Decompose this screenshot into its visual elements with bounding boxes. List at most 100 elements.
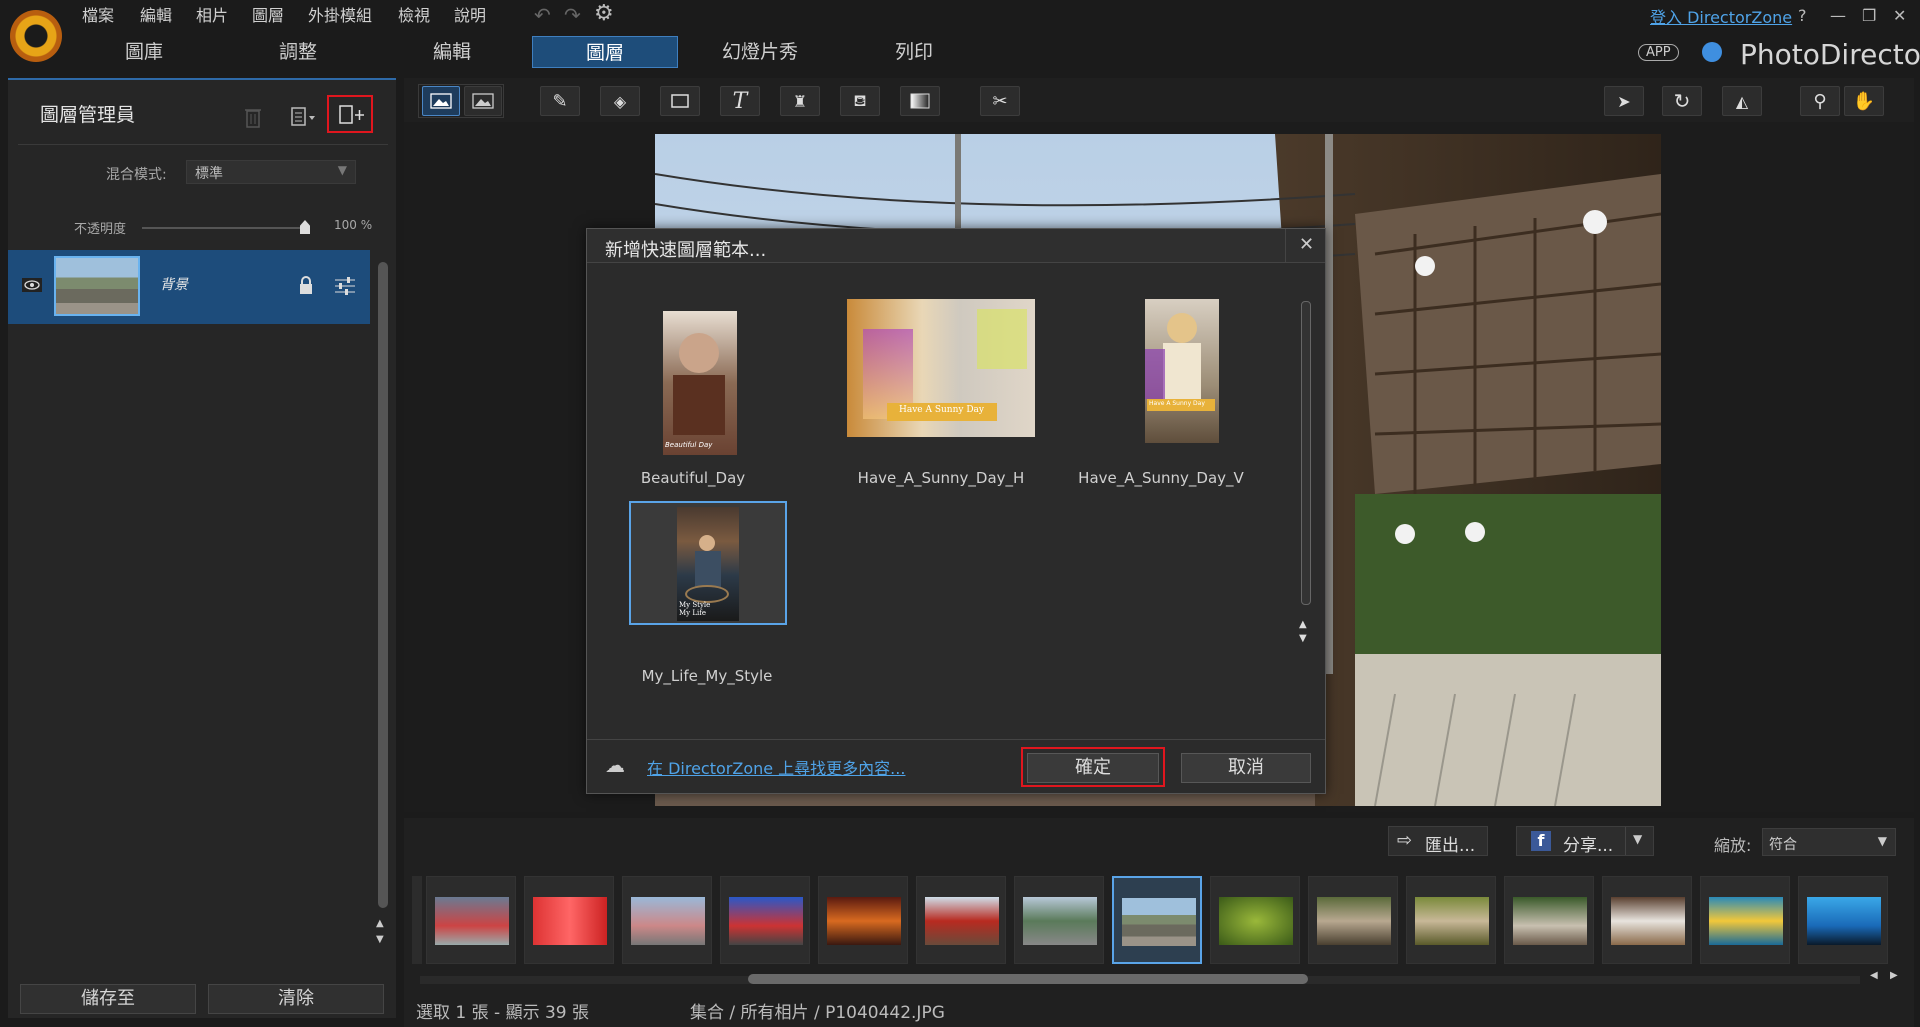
scroll-down-icon[interactable]: ▼ — [376, 934, 384, 945]
zoom-tool-button[interactable]: ⚲ — [1800, 86, 1840, 116]
scroll-up-icon[interactable]: ▲ — [1299, 619, 1307, 630]
menu-view[interactable]: 檢視 — [398, 2, 430, 26]
filmstrip-thumb[interactable] — [426, 876, 516, 964]
menu-layer[interactable]: 圖層 — [252, 2, 284, 26]
notification-bell-icon[interactable] — [1702, 42, 1722, 62]
text-tool-button[interactable]: T — [720, 86, 760, 116]
login-directorzone-link[interactable]: 登入 DirectorZone — [1650, 4, 1792, 28]
pan-tool-button[interactable]: ✋ — [1844, 86, 1884, 116]
filmstrip-thumb[interactable] — [1504, 876, 1594, 964]
filmstrip-thumb-selected[interactable] — [1112, 876, 1202, 964]
restore-icon[interactable]: ❐ — [1862, 6, 1876, 25]
eraser-tool-button[interactable]: ◈ — [600, 86, 640, 116]
filmstrip-scroll-thumb[interactable] — [748, 974, 1308, 984]
redo-icon[interactable]: ↷ — [564, 3, 581, 27]
template-card-beautiful-day[interactable]: Beautiful Day — [621, 299, 775, 455]
template-scrollbar[interactable] — [1301, 301, 1311, 605]
menu-edit[interactable]: 編輯 — [140, 2, 172, 26]
filmstrip-thumb[interactable] — [1700, 876, 1790, 964]
opacity-slider-handle[interactable] — [300, 220, 310, 234]
add-layer-icon — [339, 105, 364, 124]
menu-photo[interactable]: 相片 — [196, 2, 228, 26]
filmstrip-thumb[interactable] — [1014, 876, 1104, 964]
gradient-icon — [910, 93, 930, 109]
scroll-down-icon[interactable]: ▼ — [1299, 633, 1307, 644]
scroll-right-icon[interactable]: ▶ — [1890, 970, 1898, 981]
filmstrip-thumb[interactable] — [524, 876, 614, 964]
scroll-up-icon[interactable]: ▲ — [376, 918, 384, 929]
app-badge[interactable]: APP — [1638, 44, 1679, 61]
filmstrip-thumb[interactable] — [720, 876, 810, 964]
menu-plugins[interactable]: 外掛模組 — [308, 2, 372, 26]
divider — [1625, 827, 1626, 855]
zoom-select[interactable]: 符合 ▼ — [1762, 828, 1896, 856]
cancel-button[interactable]: 取消 — [1181, 753, 1311, 783]
help-button[interactable]: ? — [1798, 6, 1807, 25]
template-card-sunny-day-h[interactable]: Have A Sunny Day — [847, 299, 1035, 439]
filmstrip-thumb[interactable] — [916, 876, 1006, 964]
tab-layers[interactable]: 圖層 — [532, 36, 678, 68]
layer-row[interactable]: 背景 — [8, 250, 370, 324]
undo-icon[interactable]: ↶ — [534, 3, 551, 27]
tab-library[interactable]: 圖庫 — [96, 36, 192, 68]
minimize-icon[interactable]: — — [1830, 6, 1846, 25]
save-to-button[interactable]: 儲存至 — [20, 984, 196, 1014]
tab-adjust[interactable]: 調整 — [250, 36, 346, 68]
layer-settings-icon[interactable] — [334, 276, 356, 296]
settings-gear-icon[interactable]: ⚙ — [594, 1, 614, 26]
opacity-slider-track[interactable] — [142, 227, 306, 229]
close-window-icon[interactable]: ✕ — [1893, 6, 1906, 25]
clone-tool-button[interactable]: ♜ — [780, 86, 820, 116]
clear-button[interactable]: 清除 — [208, 984, 384, 1014]
filmstrip-thumb[interactable] — [1406, 876, 1496, 964]
filmstrip-thumb[interactable] — [818, 876, 908, 964]
template-name[interactable]: My_Life_My_Style — [607, 667, 807, 685]
dialog-close-icon[interactable]: ✕ — [1299, 234, 1314, 255]
select-tool-button[interactable]: ➤ — [1604, 86, 1644, 116]
template-name[interactable]: Have_A_Sunny_Day_H — [841, 469, 1041, 487]
export-button[interactable]: ⇨ 匯出... — [1388, 826, 1488, 856]
directorzone-more-link[interactable]: 在 DirectorZone 上尋找更多內容... — [647, 755, 905, 779]
layer-view-button[interactable] — [422, 86, 460, 116]
scroll-left-icon[interactable]: ◀ — [1870, 970, 1878, 981]
chevron-down-icon: ▼ — [337, 163, 347, 177]
template-thumb: Have A Sunny Day — [1145, 299, 1219, 443]
lock-icon[interactable] — [298, 276, 314, 296]
share-dropdown-icon[interactable]: ▼ — [1633, 832, 1642, 846]
filmstrip-thumb[interactable] — [1308, 876, 1398, 964]
layer-options-icon[interactable] — [290, 106, 318, 128]
rotate-icon: ↻ — [1673, 89, 1691, 113]
eye-visibility-icon[interactable] — [22, 278, 42, 292]
ok-button[interactable]: 確定 — [1027, 753, 1159, 783]
film-partial[interactable] — [412, 876, 422, 964]
share-button[interactable]: f 分享... ▼ — [1516, 826, 1654, 856]
layer-name[interactable]: 背景 — [160, 274, 188, 294]
template-card-my-life-my-style[interactable]: My Style My Life — [629, 501, 787, 625]
template-name[interactable]: Beautiful_Day — [593, 469, 793, 487]
tab-print[interactable]: 列印 — [866, 36, 962, 68]
tab-slideshow[interactable]: 幻燈片秀 — [710, 36, 810, 68]
trash-icon[interactable] — [244, 106, 262, 128]
filmstrip-thumb[interactable] — [1602, 876, 1692, 964]
menu-file[interactable]: 檔案 — [82, 2, 114, 26]
template-card-sunny-day-v[interactable]: Have A Sunny Day — [1129, 299, 1249, 449]
cutout-tool-button[interactable]: ✂ — [980, 86, 1020, 116]
tab-edit[interactable]: 編輯 — [404, 36, 500, 68]
menu-help[interactable]: 說明 — [454, 2, 486, 26]
add-quick-layer-button[interactable] — [327, 95, 373, 133]
fill-tool-button[interactable]: ⛾ — [840, 86, 880, 116]
blend-mode-select[interactable]: 標準 ▼ — [186, 160, 356, 184]
gradient-tool-button[interactable] — [900, 86, 940, 116]
filmstrip-thumb[interactable] — [622, 876, 712, 964]
filmstrip-thumb[interactable] — [1798, 876, 1888, 964]
filmstrip-thumb[interactable] — [1210, 876, 1300, 964]
menu-bar — [0, 0, 1920, 28]
brush-tool-button[interactable]: ✎ — [540, 86, 580, 116]
image-view-button[interactable] — [464, 86, 502, 116]
shape-tool-button[interactable] — [660, 86, 700, 116]
template-name[interactable]: Have_A_Sunny_Day_V — [1061, 469, 1261, 487]
layer-list-scrollbar[interactable] — [378, 262, 388, 908]
add-quick-layer-dialog: 新增快速圖層範本... ✕ Beautiful Day Beautiful_Da… — [586, 228, 1326, 794]
flip-button[interactable]: ◭ — [1722, 86, 1762, 116]
rotate-button[interactable]: ↻ — [1662, 86, 1702, 116]
